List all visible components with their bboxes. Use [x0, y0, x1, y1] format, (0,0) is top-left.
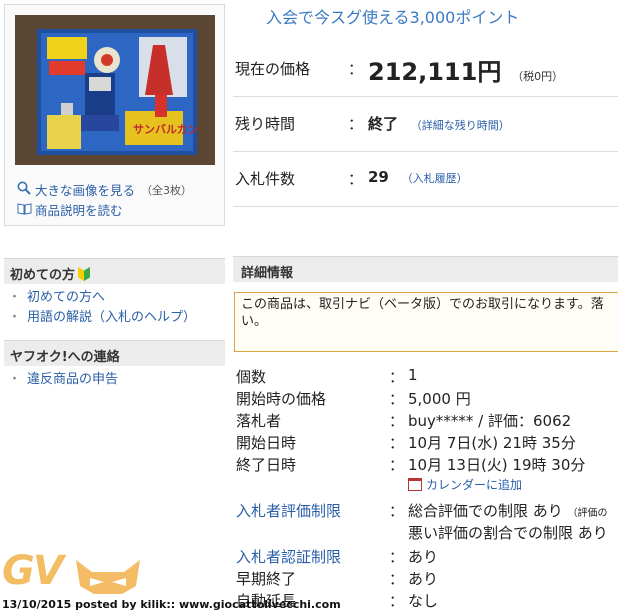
- rating-limit-row: 入札者評価制限 ： 総合評価での制限 あり （評価の: [234, 498, 618, 520]
- auth-limit-row: 入札者認証制限 ： あり: [234, 544, 618, 566]
- end-time-value: 10月 13日(火) 19時 30分: [408, 456, 586, 474]
- quantity-row: 個数 ： 1: [234, 364, 618, 386]
- start-time-label: 開始日時: [236, 434, 297, 452]
- winner-value: buy***** / 評価：6062: [408, 412, 572, 430]
- early-end-label: 早期終了: [236, 570, 297, 588]
- early-end-row: 早期終了 ： あり: [234, 566, 618, 588]
- contact-title: ヤフオク!への連絡: [10, 350, 120, 365]
- notice-text: この商品は、取引ナビ（ベータ版）でのお取引になります。落: [241, 297, 604, 312]
- separator: ：: [389, 456, 405, 474]
- bid-count-label: 入札件数: [235, 170, 296, 188]
- beginners-section-title: 初めての方: [4, 258, 225, 284]
- auction-page: サンバルカン 大きな画像を見る （全3枚） 商品説明を読む 入会で今スグ使える3…: [0, 0, 618, 613]
- start-time-value: 10月 7日(水) 21時 35分: [408, 434, 576, 452]
- start-price-row: 開始時の価格 ： 5,000 円: [234, 386, 618, 408]
- separator: ：: [389, 502, 405, 520]
- transaction-notice: この商品は、取引ナビ（ベータ版）でのお取引になります。落 い。: [234, 292, 618, 352]
- end-time-row: 終了日時 ： 10月 13日(火) 19時 30分: [234, 452, 618, 474]
- current-price-value: 212,111円: [368, 58, 502, 86]
- read-description-link[interactable]: 商品説明を読む: [35, 201, 123, 221]
- current-price-row: 現在の価格 ： 212,111円 （税0円）: [233, 42, 618, 97]
- bullet: ・: [8, 310, 22, 325]
- bid-count-value-wrap: 29 （入札履歴）: [368, 168, 468, 186]
- bid-count-row: 入札件数 ： 29 （入札履歴）: [233, 152, 618, 207]
- details-section-title: 詳細情報: [233, 256, 618, 282]
- list-item: ・用語の解説（入札のヘルプ）: [8, 308, 196, 328]
- enlarge-image-row: 大きな画像を見る （全3枚）: [17, 181, 192, 201]
- start-time-row: 開始日時 ： 10月 7日(水) 21時 35分: [234, 430, 618, 452]
- calendar-icon: [408, 478, 422, 491]
- current-price-label: 現在の価格: [235, 60, 311, 78]
- rating-limit-label[interactable]: 入札者評価制限: [236, 500, 341, 521]
- winner-row: 落札者 ： buy***** / 評価：6062: [234, 408, 618, 430]
- book-icon: [17, 201, 35, 221]
- winner-label: 落札者: [236, 412, 282, 430]
- bid-history-link[interactable]: （入札履歴）: [402, 172, 468, 185]
- image-links: 大きな画像を見る （全3枚） 商品説明を読む: [17, 181, 192, 221]
- add-calendar-link-wrap[interactable]: カレンダーに追加: [408, 476, 522, 493]
- separator: ：: [348, 170, 364, 188]
- rating-limit-value-wrap: 総合評価での制限 あり （評価の: [408, 500, 608, 521]
- bid-count-value: 29: [368, 168, 389, 186]
- description-row: 商品説明を読む: [17, 201, 192, 221]
- rating-limit-note: （評価の: [567, 508, 608, 519]
- start-price-value: 5,000 円: [408, 390, 471, 408]
- watermark-cat-icon: [76, 560, 140, 594]
- beginners-title: 初めての方: [10, 268, 76, 283]
- end-time-label: 終了日時: [236, 456, 297, 474]
- beginners-list: ・初めての方へ ・用語の解説（入札のヘルプ）: [8, 288, 196, 328]
- rating-limit-row-2: 悪い評価の割合での制限 あり: [234, 520, 618, 542]
- start-price-label: 開始時の価格: [236, 390, 327, 408]
- detailed-time-link[interactable]: （詳細な残り時間）: [411, 119, 510, 132]
- separator: ：: [348, 115, 364, 133]
- separator: ：: [348, 60, 364, 78]
- quantity-label: 個数: [236, 368, 267, 386]
- auth-limit-label[interactable]: 入札者認証制限: [236, 546, 341, 567]
- contact-section-title: ヤフオク!への連絡: [4, 340, 225, 366]
- image-count: （全3枚）: [141, 184, 193, 197]
- separator: ：: [389, 368, 405, 386]
- bullet: ・: [8, 372, 22, 387]
- product-image-panel: サンバルカン 大きな画像を見る （全3枚） 商品説明を読む: [4, 4, 225, 226]
- details-table: 個数 ： 1 開始時の価格 ： 5,000 円 落札者 ： buy***** /…: [234, 364, 618, 610]
- list-item: ・初めての方へ: [8, 288, 196, 308]
- notice-text-line2: い。: [241, 314, 268, 329]
- product-photo[interactable]: サンバルカン: [15, 15, 215, 165]
- auction-summary: 現在の価格 ： 212,111円 （税0円） 残り時間 ： 終了 （詳細な残り時…: [233, 42, 618, 207]
- watermark-logo: GV: [2, 548, 64, 594]
- current-price-value-wrap: 212,111円 （税0円）: [368, 58, 563, 93]
- calendar-row: カレンダーに追加: [234, 474, 618, 496]
- quantity-value: 1: [408, 366, 418, 384]
- enlarge-image-link[interactable]: 大きな画像を見る: [35, 181, 135, 201]
- report-violation-link[interactable]: 違反商品の申告: [27, 372, 118, 387]
- glossary-link[interactable]: 用語の解説（入札のヘルプ）: [27, 310, 196, 325]
- separator: ：: [389, 570, 405, 588]
- separator: ：: [389, 390, 405, 408]
- points-banner-link[interactable]: 入会で今スグ使える3,000ポイント: [266, 4, 519, 28]
- svg-text:サンバルカン: サンバルカン: [133, 123, 199, 136]
- separator: ：: [389, 592, 405, 610]
- bullet: ・: [8, 290, 22, 305]
- add-calendar-link[interactable]: カレンダーに追加: [426, 478, 522, 492]
- toy-box-illustration: サンバルカン: [15, 15, 215, 165]
- early-end-value: あり: [408, 570, 439, 588]
- auth-limit-value: あり: [408, 548, 439, 566]
- tax-note: （税0円）: [512, 70, 564, 83]
- remaining-time-row: 残り時間 ： 終了 （詳細な残り時間）: [233, 97, 618, 152]
- list-item: ・違反商品の申告: [8, 370, 118, 390]
- magnifier-icon: [17, 181, 35, 201]
- watermark-caption: 13/10/2015 posted by kilik:: www.giocatt…: [2, 598, 341, 611]
- auto-extend-value: なし: [408, 592, 439, 610]
- remaining-time-value: 終了: [368, 115, 399, 133]
- separator: ：: [389, 548, 405, 566]
- separator: ：: [389, 434, 405, 452]
- separator: ：: [389, 412, 405, 430]
- remaining-time-label: 残り時間: [235, 115, 296, 133]
- beginner-leaf-icon: [78, 267, 91, 281]
- rating-limit-value: 総合評価での制限 あり: [408, 502, 563, 520]
- beginners-guide-link[interactable]: 初めての方へ: [27, 290, 105, 305]
- contact-list: ・違反商品の申告: [8, 370, 118, 390]
- rating-limit-value-2: 悪い評価の割合での制限 あり: [408, 524, 608, 542]
- remaining-time-value-wrap: 終了 （詳細な残り時間）: [368, 113, 510, 134]
